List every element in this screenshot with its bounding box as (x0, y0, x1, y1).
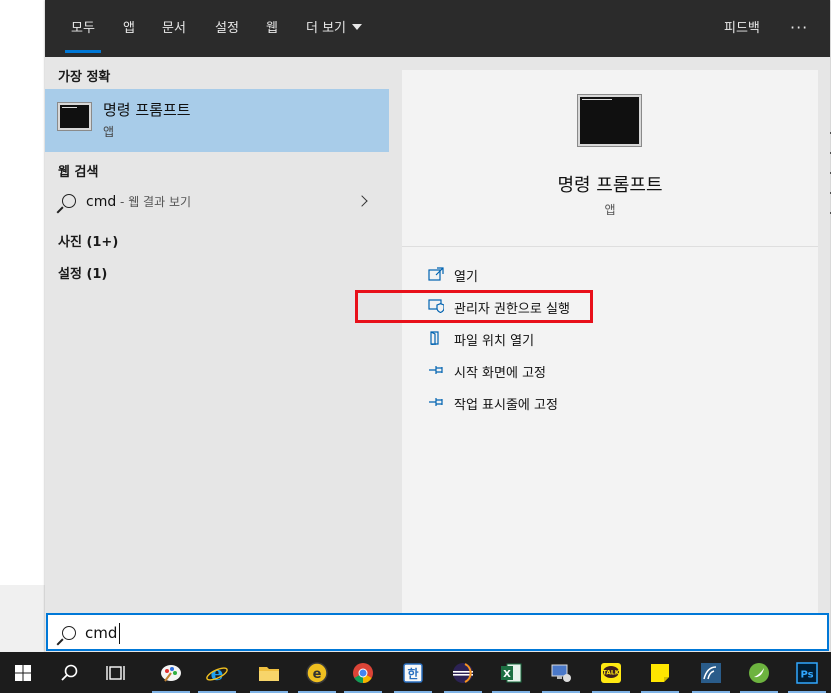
search-icon (62, 626, 76, 640)
taskbar-app-quick-launch[interactable]: e (294, 652, 340, 693)
photoshop-icon: Ps (796, 662, 818, 684)
section-best-match: 가장 정확 (58, 70, 111, 85)
tab-apps[interactable]: 앱 (123, 0, 135, 57)
feedback-button[interactable]: 피드백 (724, 0, 760, 57)
web-search-query: cmd (86, 194, 117, 210)
taskbar-app-paint[interactable] (148, 652, 194, 693)
windows-logo-icon (15, 665, 31, 681)
pin-icon (429, 366, 443, 374)
svg-text:Ps: Ps (800, 670, 813, 681)
taskbar-app-internet-explorer[interactable]: e (194, 652, 240, 693)
taskbar-app-kakaotalk[interactable]: TALK (588, 652, 634, 693)
best-match-type: 앱 (103, 125, 115, 139)
tab-documents[interactable]: 문서 (162, 0, 186, 57)
best-match-item[interactable]: 명령 프롬프트 앱 (45, 89, 389, 152)
kakaotalk-icon: TALK (601, 663, 621, 683)
search-scope-bar: 모두 앱 문서 설정 웹 더 보기 피드백 ··· (45, 0, 830, 57)
svg-text:한: 한 (407, 666, 418, 681)
mysql-workbench-icon (701, 663, 721, 683)
taskbar-app-eclipse[interactable] (440, 652, 486, 693)
file-location-icon (430, 331, 439, 345)
open-icon (428, 267, 444, 281)
divider (402, 246, 818, 247)
folder-icon (259, 667, 279, 681)
more-options-button[interactable]: ··· (790, 0, 808, 57)
svg-text:TALK: TALK (603, 670, 620, 677)
task-view-icon (106, 666, 125, 680)
taskbar-app-mysql-workbench[interactable] (688, 652, 734, 693)
best-match-name: 명령 프롬프트 (103, 101, 191, 119)
taskbar-app-chrome[interactable] (340, 652, 386, 693)
tab-settings[interactable]: 설정 (215, 0, 239, 57)
sticky-notes-icon (651, 664, 669, 682)
action-pin-to-start-label: 시작 화면에 고정 (454, 366, 546, 381)
svg-text:X: X (503, 669, 511, 680)
hangul-icon: 한 (403, 663, 423, 683)
section-photos[interactable]: 사진 (1+) (58, 231, 118, 250)
taskbar-app-hangul[interactable]: 한 (390, 652, 436, 693)
taskbar-app-photoshop[interactable]: Ps (784, 652, 830, 693)
web-search-suffix: - 웹 결과 보기 (116, 195, 192, 209)
action-pin-to-taskbar-label: 작업 표시줄에 고정 (454, 398, 558, 413)
section-web-search: 웹 검색 (58, 165, 99, 180)
web-search-result[interactable]: cmd - 웹 결과 보기 (45, 187, 389, 219)
desktop-background-strip (0, 585, 46, 652)
preview-app-type: 앱 (604, 203, 616, 217)
cmd-large-icon (578, 95, 641, 146)
chrome-icon (353, 663, 373, 684)
text-cursor (119, 623, 120, 644)
eclipse-icon (453, 663, 473, 683)
taskbar-app-network[interactable] (538, 652, 584, 693)
section-settings[interactable]: 설정 (1) (58, 263, 107, 282)
svg-text:e: e (313, 667, 322, 682)
preview-pane: 명령 프롬프트 앱 열기 관리자 권한으로 실행 파일 위치 열기 시작 화면에… (402, 70, 818, 613)
tab-more[interactable]: 더 보기 (306, 0, 363, 57)
results-list: 가장 정확 명령 프롬프트 앱 웹 검색 cmd - 웹 결과 보기 사진 (1… (45, 57, 402, 613)
search-icon (62, 194, 76, 208)
windows-start-button[interactable] (0, 652, 46, 693)
tab-web[interactable]: 웹 (266, 0, 278, 57)
taskbar-app-excel[interactable]: X (488, 652, 534, 693)
svg-text:e: e (211, 661, 224, 685)
highlight-annotation (355, 290, 593, 323)
excel-icon: X (501, 663, 522, 683)
search-box[interactable]: cmd (46, 613, 829, 651)
taskbar-search-button[interactable] (46, 652, 92, 693)
cmd-icon (58, 103, 91, 130)
network-monitor-icon (551, 664, 571, 682)
taskbar-app-sticky-notes[interactable] (637, 652, 683, 693)
tab-more-label: 더 보기 (306, 21, 347, 36)
chevron-down-icon (352, 24, 363, 30)
chevron-right-icon[interactable] (356, 195, 368, 207)
app-e-icon: e (306, 662, 328, 684)
search-icon (61, 664, 78, 681)
internet-explorer-icon: e (206, 661, 228, 685)
taskbar-app-file-explorer[interactable] (246, 652, 292, 693)
taskbar: e e 한 X TALK Ps (0, 652, 831, 693)
action-open-file-location-label: 파일 위치 열기 (454, 334, 535, 349)
taskbar-app-spring[interactable] (736, 652, 782, 693)
spring-icon (749, 663, 769, 683)
pin-icon (429, 398, 443, 406)
start-search-panel: 모두 앱 문서 설정 웹 더 보기 피드백 ··· 가장 정확 명령 프롬프트 … (45, 0, 830, 652)
action-open-label: 열기 (454, 270, 478, 285)
search-input[interactable]: cmd (85, 624, 117, 642)
paint-icon (161, 665, 181, 682)
preview-app-name: 명령 프롬프트 (557, 175, 663, 196)
tab-all[interactable]: 모두 (65, 0, 101, 57)
task-view-button[interactable] (93, 652, 139, 693)
